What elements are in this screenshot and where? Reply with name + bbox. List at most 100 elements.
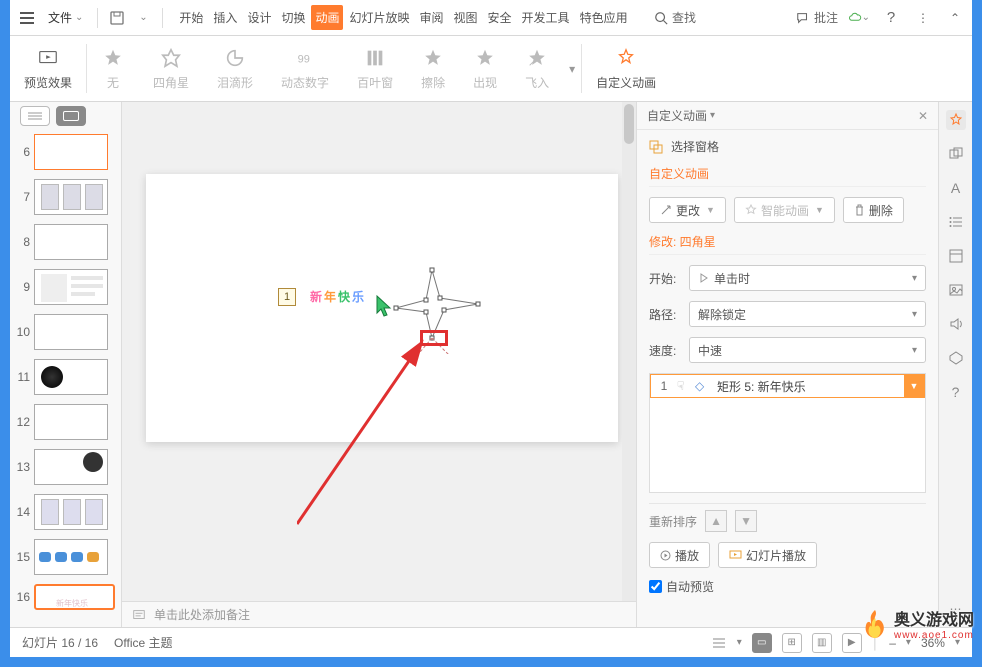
thumb-9[interactable] <box>34 269 108 305</box>
scrollbar-vertical[interactable] <box>622 102 636 601</box>
annotation-highlight-box <box>420 330 448 346</box>
close-panel-icon[interactable]: ✕ <box>918 109 928 123</box>
notes-bar[interactable]: 单击此处添加备注 <box>122 601 636 627</box>
custom-animation-panel: 自定义动画▾ ✕ 选择窗格 自定义动画 更改▼ 智能动画▼ 删除 修改: 四角星… <box>636 102 938 627</box>
ribbon: 预览效果 无四角星泪滴形99动态数字百叶窗擦除出现飞入 ▾ 自定义动画 <box>10 36 972 102</box>
path-icon: ◇ <box>695 379 713 393</box>
slide-canvas[interactable]: 1 新年快乐 <box>122 102 636 601</box>
thumb-7[interactable] <box>34 179 108 215</box>
collapse-ribbon-icon[interactable]: ⌃ <box>944 7 966 29</box>
auto-preview-checkbox[interactable]: 自动预览 <box>649 578 926 595</box>
menu-tab-9[interactable]: 开发工具 <box>518 5 574 30</box>
normal-view-icon[interactable]: ▭ <box>752 633 772 653</box>
thumb-6[interactable] <box>34 134 108 170</box>
menu-icon[interactable] <box>16 8 38 28</box>
animation-泪滴形[interactable]: 泪滴形 <box>203 36 267 101</box>
thumb-8[interactable] <box>34 224 108 260</box>
animation-百叶窗[interactable]: 百叶窗 <box>343 36 407 101</box>
more-icon[interactable]: ⋮ <box>912 7 934 29</box>
svg-text:99: 99 <box>298 54 310 66</box>
text-happy-new-year[interactable]: 新年快乐 <box>310 288 366 305</box>
thumb-15[interactable] <box>34 539 108 575</box>
menu-tab-7[interactable]: 视图 <box>450 5 482 30</box>
menu-tab-0[interactable]: 开始 <box>175 5 207 30</box>
menu-tab-10[interactable]: 特色应用 <box>576 5 632 30</box>
animation-list[interactable]: 1 ☟ ◇ 矩形 5: 新年快乐 ▼ <box>649 373 926 493</box>
menu-tab-8[interactable]: 安全 <box>484 5 516 30</box>
ribbon-more-icon[interactable]: ▾ <box>563 36 581 101</box>
tool-image-icon[interactable] <box>946 280 966 300</box>
menu-tab-6[interactable]: 审阅 <box>416 5 448 30</box>
thumb-12[interactable] <box>34 404 108 440</box>
notes-placeholder: 单击此处添加备注 <box>154 606 250 623</box>
tool-layout-icon[interactable] <box>946 246 966 266</box>
menu-tabs: 开始插入设计切换动画幻灯片放映审阅视图安全开发工具特色应用 <box>175 5 631 30</box>
annotate-button[interactable]: 批注 <box>796 9 838 26</box>
animation-出现[interactable]: 出现 <box>459 36 511 101</box>
dropdown-icon[interactable]: ⌄ <box>132 7 154 29</box>
animation-无[interactable]: 无 <box>87 36 139 101</box>
search-button[interactable]: 查找 <box>654 9 696 26</box>
animation-list-item[interactable]: 1 ☟ ◇ 矩形 5: 新年快乐 ▼ <box>650 374 925 398</box>
tool-star-icon[interactable] <box>946 110 966 130</box>
animation-擦除[interactable]: 擦除 <box>407 36 459 101</box>
start-select[interactable]: 单击时▾ <box>689 265 926 291</box>
file-menu[interactable]: 文件⌄ <box>42 7 89 28</box>
change-button[interactable]: 更改▼ <box>649 197 726 223</box>
tool-object-icon[interactable] <box>946 144 966 164</box>
slide-thumbnails-rail: 678910111213141516新年快乐 <box>10 102 122 627</box>
thumb-16[interactable]: 新年快乐 <box>34 584 115 610</box>
menubar: 文件⌄ ⌄ 开始插入设计切换动画幻灯片放映审阅视图安全开发工具特色应用 查找 批… <box>10 0 972 36</box>
menu-tab-5[interactable]: 幻灯片放映 <box>345 5 413 30</box>
delete-button[interactable]: 删除 <box>843 197 904 223</box>
thumb-14[interactable] <box>34 494 108 530</box>
menu-tab-4[interactable]: 动画 <box>311 5 343 30</box>
menu-tab-2[interactable]: 设计 <box>243 5 275 30</box>
tool-list-icon[interactable] <box>946 212 966 232</box>
tool-text-icon[interactable]: A <box>946 178 966 198</box>
path-select[interactable]: 解除锁定▾ <box>689 301 926 327</box>
help-icon[interactable]: ? <box>880 7 902 29</box>
tool-audio-icon[interactable] <box>946 314 966 334</box>
thumb-11[interactable] <box>34 359 108 395</box>
reading-view-icon[interactable]: ▥ <box>812 633 832 653</box>
custom-animation-button[interactable]: 自定义动画 <box>582 36 670 101</box>
move-up-button[interactable]: ▲ <box>705 510 727 532</box>
statusbar: 幻灯片 16 / 16 Office 主题 ▾ ▭ ⊞ ▥ ▶ │ –▾ 36%… <box>10 627 972 657</box>
tool-shape-icon[interactable] <box>946 348 966 368</box>
slide-count: 幻灯片 16 / 16 <box>22 634 98 651</box>
notes-icon <box>132 608 146 622</box>
slideshow-play-button[interactable]: 幻灯片播放 <box>718 542 817 568</box>
menu-tab-1[interactable]: 插入 <box>209 5 241 30</box>
reorder-label: 重新排序 <box>649 513 697 530</box>
cursor-icon <box>374 294 396 318</box>
sorter-view-icon[interactable]: ⊞ <box>782 633 802 653</box>
speed-label: 速度: <box>649 342 683 359</box>
theme-name: Office 主题 <box>114 634 172 651</box>
preview-effect-button[interactable]: 预览效果 <box>10 36 86 101</box>
smart-animation-button[interactable]: 智能动画▼ <box>734 197 835 223</box>
play-button[interactable]: 播放 <box>649 542 710 568</box>
panel-title: 自定义动画 <box>647 107 707 124</box>
animation-四角星[interactable]: 四角星 <box>139 36 203 101</box>
thumb-13[interactable] <box>34 449 108 485</box>
status-list-icon[interactable] <box>711 636 727 650</box>
thumb-10[interactable] <box>34 314 108 350</box>
zoom-level[interactable]: 36% <box>921 636 945 650</box>
thumbnail-view-toggle[interactable] <box>56 106 86 126</box>
cloud-sync-icon[interactable]: ⌄ <box>848 7 870 29</box>
tool-help-icon[interactable]: ? <box>946 382 966 402</box>
outline-view-toggle[interactable] <box>20 106 50 126</box>
section-custom-animation: 自定义动画 <box>649 165 926 187</box>
selection-pane-button[interactable]: 选择窗格 <box>649 138 926 155</box>
animation-动态数字[interactable]: 99动态数字 <box>267 36 343 101</box>
menu-tab-3[interactable]: 切换 <box>277 5 309 30</box>
save-icon[interactable] <box>106 7 128 29</box>
slideshow-view-icon[interactable]: ▶ <box>842 633 862 653</box>
animation-飞入[interactable]: 飞入 <box>511 36 563 101</box>
right-toolbar: A ? ⋯ <box>938 102 972 627</box>
tool-more-icon[interactable]: ⋯ <box>946 599 966 619</box>
speed-select[interactable]: 中速▾ <box>689 337 926 363</box>
move-down-button[interactable]: ▼ <box>735 510 757 532</box>
item-dropdown-icon[interactable]: ▼ <box>904 375 924 397</box>
